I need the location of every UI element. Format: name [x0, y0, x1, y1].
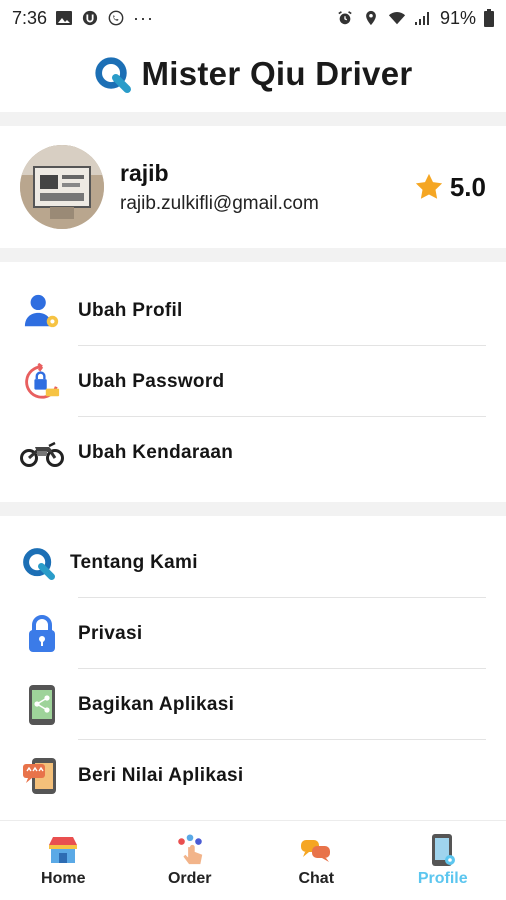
rating-value: 5.0 [449, 171, 486, 202]
profile-card: rajib rajib.zulkifli@gmail.com 5.0 [0, 126, 506, 248]
lock-icon [20, 612, 64, 656]
menu-item-tentang-kami[interactable]: Tentang Kami [0, 527, 506, 598]
password-reset-icon [20, 360, 64, 404]
menu-label: Privasi [78, 622, 143, 644]
app-header: Mister Qiu Driver [0, 36, 506, 112]
nav-item-home[interactable]: Home [0, 821, 127, 900]
menu-item-ubah-password[interactable]: Ubah Password [0, 346, 506, 417]
alarm-icon [338, 11, 352, 25]
menu-label: Tentang Kami [70, 551, 198, 573]
menu-label: Ubah Kendaraan [78, 441, 234, 463]
section-separator [0, 248, 506, 262]
q-logo-icon [20, 541, 56, 585]
avatar-photo [20, 145, 104, 229]
status-left: 7:36 ··· [12, 8, 154, 29]
nav-item-order[interactable]: Order [127, 821, 254, 900]
motorcycle-icon [20, 431, 64, 475]
store-icon [47, 834, 79, 866]
tap-icon [174, 833, 206, 866]
q-logo-icon [95, 57, 132, 93]
status-right: 91% [336, 8, 494, 29]
nav-label: Order [167, 869, 212, 887]
account-menu: Ubah Profil Ubah Password Ubah Kendaraan [0, 275, 506, 488]
nav-label: Profile [417, 869, 468, 887]
menu-item-ubah-kendaraan[interactable]: Ubah Kendaraan [0, 417, 506, 488]
gallery-icon [56, 11, 73, 25]
phone-profile-icon [427, 833, 459, 866]
nav-item-profile[interactable]: Profile [380, 821, 506, 900]
profile-email: rajib.zulkifli@gmail.com [120, 192, 319, 214]
whatsapp-icon [108, 10, 124, 26]
profile-name: rajib [120, 159, 169, 186]
battery-icon [484, 9, 494, 27]
avatar[interactable] [20, 145, 104, 229]
chat-bubbles-icon [300, 834, 332, 866]
menu-item-beri-nilai-aplikasi[interactable]: Beri Nilai Aplikasi [0, 740, 506, 811]
menu-item-privasi[interactable]: Privasi [0, 598, 506, 669]
app-title: Mister Qiu Driver [141, 55, 413, 92]
section-separator [0, 502, 506, 516]
menu-item-bagikan-aplikasi[interactable]: Bagikan Aplikasi [0, 669, 506, 740]
nav-label: Chat [298, 869, 335, 887]
status-bar: 7:36 ··· 91% [0, 0, 506, 36]
more-notifications-icon: ··· [133, 7, 155, 28]
signal-icon [414, 12, 429, 25]
rating: 5.0 [414, 172, 486, 203]
menu-label: Bagikan Aplikasi [78, 693, 235, 715]
bottom-nav: Home Order Chat Profile [0, 820, 506, 900]
status-time: 7:36 [12, 7, 48, 28]
menu-label: Ubah Profil [78, 299, 183, 321]
menu-label: Beri Nilai Aplikasi [78, 764, 244, 786]
nav-item-chat[interactable]: Chat [253, 821, 380, 900]
u-badge-icon [82, 10, 98, 26]
menu-label: Ubah Password [78, 370, 225, 392]
nav-label: Home [41, 869, 86, 887]
user-gear-icon [20, 289, 64, 333]
share-phone-icon [20, 683, 64, 727]
rate-phone-icon [20, 754, 64, 798]
section-separator [0, 112, 506, 126]
menu-item-ubah-profil[interactable]: Ubah Profil [0, 275, 506, 346]
profile-info: rajib rajib.zulkifli@gmail.com [120, 160, 414, 215]
location-icon [366, 10, 376, 26]
info-menu: Tentang Kami Privasi Bagikan Aplikasi Be… [0, 527, 506, 811]
star-icon [415, 173, 442, 199]
wifi-icon [388, 12, 406, 25]
battery-level: 91% [439, 7, 476, 28]
